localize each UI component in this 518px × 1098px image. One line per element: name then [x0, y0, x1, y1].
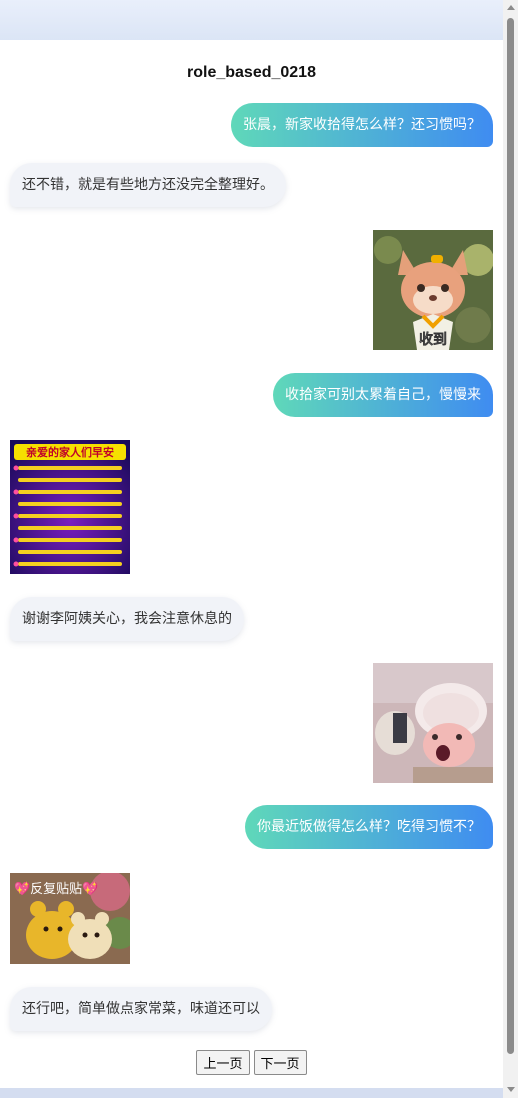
sticker-caption: 收到	[419, 331, 447, 348]
sticker-caption: 亲爱的家人们早安	[26, 445, 114, 459]
message-bubble-sent: 收拾家可别太累着自己，慢慢来	[273, 373, 493, 417]
scrollbar-thumb[interactable]	[507, 18, 514, 1054]
pagination: 上一页 下一页	[0, 1050, 503, 1075]
baby-doll-sticker[interactable]	[373, 663, 493, 783]
message-bubble-received: 谢谢李阿姨关心，我会注意休息的	[10, 597, 244, 641]
message-bubble-sent: 你最近饭做得怎么样？吃得习惯不？	[245, 805, 493, 849]
message-bubble-received: 还不错，就是有些地方还没完全整理好。	[10, 163, 286, 207]
teddy-bears-sticker[interactable]: 💖反复贴贴💖	[10, 873, 130, 964]
vertical-scrollbar[interactable]	[503, 0, 518, 1098]
fox-plush-sticker[interactable]: 收到	[373, 230, 493, 350]
scroll-down-arrow-icon[interactable]	[507, 1087, 515, 1092]
chat-panel: role_based_0218 张晨，新家收拾得怎么样？还习惯吗？ 还不错，就是…	[0, 40, 503, 1088]
message-bubble-sent: 张晨，新家收拾得怎么样？还习惯吗？	[231, 103, 493, 147]
sticker-caption: 💖反复贴贴💖	[14, 881, 99, 897]
scroll-up-arrow-icon[interactable]	[507, 5, 515, 10]
bottom-background-band	[0, 1088, 503, 1098]
message-bubble-received: 还行吧，简单做点家常菜，味道还可以	[10, 987, 272, 1031]
top-background-band	[0, 0, 503, 40]
prev-page-button[interactable]: 上一页	[196, 1050, 250, 1075]
next-page-button[interactable]: 下一页	[253, 1050, 307, 1075]
good-morning-card-sticker[interactable]: 亲爱的家人们早安	[10, 440, 130, 574]
page-title: role_based_0218	[187, 64, 316, 81]
